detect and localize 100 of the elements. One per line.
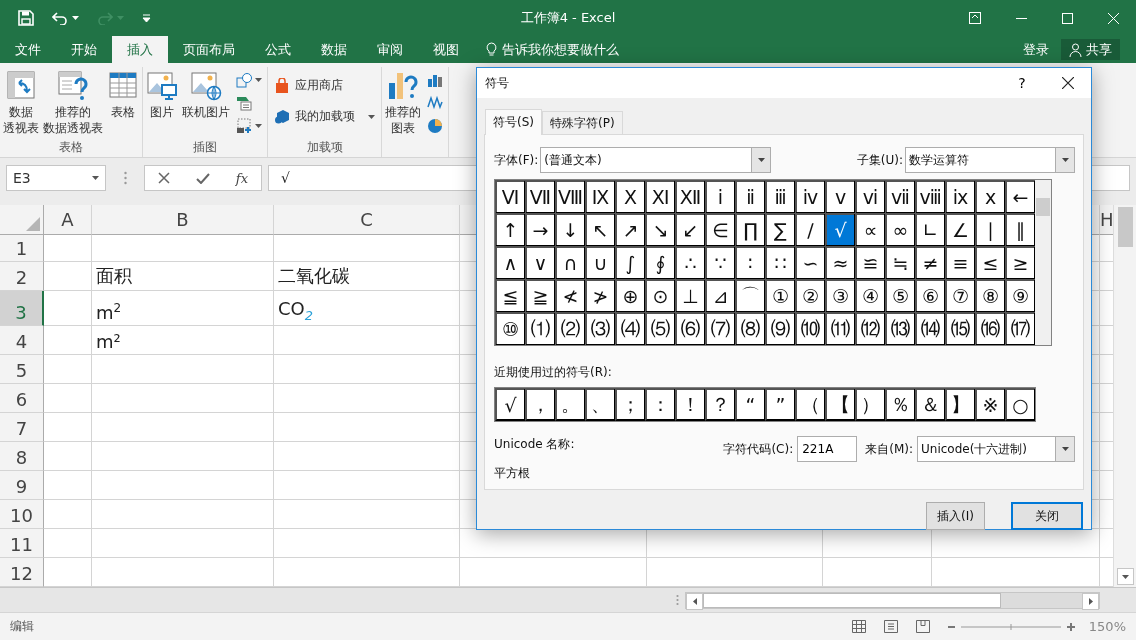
symbol-cell[interactable]: ∥ [1005, 213, 1035, 246]
row-header[interactable]: 3 [0, 291, 44, 326]
ribbon-tab[interactable]: 插入 [112, 36, 168, 63]
symbol-cell[interactable]: ⑤ [885, 279, 915, 312]
symbol-cell[interactable]: Ⅷ [555, 180, 585, 213]
row-header[interactable]: 9 [0, 471, 44, 500]
row-header[interactable]: 5 [0, 355, 44, 384]
symbol-cell[interactable]: ↑ [495, 213, 525, 246]
symbol-cell[interactable]: ⊥ [675, 279, 705, 312]
symbol-cell[interactable]: ⑺ [705, 312, 735, 345]
symbol-cell[interactable]: ⅶ [885, 180, 915, 213]
symbol-cell[interactable]: ⑼ [765, 312, 795, 345]
recent-symbol[interactable]: ： [645, 388, 675, 421]
symbol-cell[interactable]: ⒂ [945, 312, 975, 345]
symbol-cell[interactable]: Ⅺ [645, 180, 675, 213]
recent-symbol[interactable]: “ [735, 388, 765, 421]
sign-in-link[interactable]: 登录 [1015, 36, 1057, 63]
recent-symbol[interactable]: ” [765, 388, 795, 421]
symbol-cell[interactable]: ⅷ [915, 180, 945, 213]
symbol-cell[interactable]: ≦ [495, 279, 525, 312]
ribbon-button[interactable]: 图片 [145, 67, 179, 139]
symbol-cell[interactable]: ⑦ [945, 279, 975, 312]
symbol-cell[interactable]: ∫ [615, 246, 645, 279]
symbol-cell[interactable]: → [525, 213, 555, 246]
recent-symbol[interactable]: ＆ [915, 388, 945, 421]
symbol-cell[interactable]: ≥ [1005, 246, 1035, 279]
symbol-cell[interactable]: ≯ [585, 279, 615, 312]
symbol-cell[interactable]: ⅲ [765, 180, 795, 213]
symbol-cell[interactable]: ⌒ [735, 279, 765, 312]
recent-symbol[interactable]: 。 [555, 388, 585, 421]
symbol-cell[interactable]: ∞ [885, 213, 915, 246]
ribbon-tab[interactable]: 公式 [250, 36, 306, 63]
dialog-tab[interactable]: 特殊字符(P) [542, 111, 623, 134]
symbol-cell[interactable]: ⊿ [705, 279, 735, 312]
ribbon-tab[interactable]: 文件 [0, 36, 56, 63]
symbol-cell[interactable]: ④ [855, 279, 885, 312]
symbol-cell[interactable]: ⑻ [735, 312, 765, 345]
name-box[interactable]: E3 [6, 165, 106, 191]
symbol-cell[interactable]: ⑧ [975, 279, 1005, 312]
symbol-cell[interactable]: ⒁ [915, 312, 945, 345]
recent-symbol[interactable]: ？ [705, 388, 735, 421]
recent-symbol[interactable]: √ [495, 388, 525, 421]
font-dropdown[interactable]: (普通文本) [540, 147, 772, 173]
recent-symbol[interactable]: 】 [945, 388, 975, 421]
symbol-cell[interactable]: Ⅶ [525, 180, 555, 213]
recent-symbol[interactable]: ， [525, 388, 555, 421]
symbol-cell[interactable]: ⑿ [855, 312, 885, 345]
symbol-cell[interactable]: ∵ [705, 246, 735, 279]
recent-symbol[interactable]: （ [795, 388, 825, 421]
ribbon-tab[interactable]: 审阅 [362, 36, 418, 63]
symbol-cell[interactable]: ⑨ [1005, 279, 1035, 312]
ribbon-button[interactable]: 推荐的 图表 [384, 67, 422, 139]
row-header[interactable]: 4 [0, 326, 44, 355]
row-header[interactable]: 11 [0, 529, 44, 558]
column-header[interactable]: B [92, 205, 274, 235]
symbol-cell[interactable]: Ⅹ [615, 180, 645, 213]
ribbon-tab[interactable]: 数据 [306, 36, 362, 63]
symbol-cell[interactable]: ⅵ [855, 180, 885, 213]
row-header[interactable]: 12 [0, 558, 44, 587]
dialog-button[interactable]: 关闭 [1011, 502, 1083, 530]
symbol-cell[interactable]: ⑴ [525, 312, 555, 345]
symbol-cell[interactable]: ⅸ [945, 180, 975, 213]
subset-dropdown[interactable]: 数学运算符 [905, 147, 1075, 173]
ribbon-button[interactable]: 推荐的 数据透视表 [42, 67, 104, 139]
symbol-cell[interactable]: ⑷ [615, 312, 645, 345]
symbol-cell[interactable]: ⅰ [705, 180, 735, 213]
symbol-cell[interactable]: ⑶ [585, 312, 615, 345]
recent-symbol[interactable]: ○ [1005, 388, 1035, 421]
symbol-cell[interactable]: ∶ [735, 246, 765, 279]
symbol-cell[interactable]: ≡ [945, 246, 975, 279]
symbol-cell[interactable]: Ⅻ [675, 180, 705, 213]
symbol-cell[interactable]: ⑸ [645, 312, 675, 345]
column-header[interactable]: A [44, 205, 92, 235]
ribbon-tab[interactable]: 页面布局 [168, 36, 250, 63]
symbol-cell[interactable]: ⒄ [1005, 312, 1035, 345]
recent-symbol[interactable]: 、 [585, 388, 615, 421]
recent-symbol[interactable]: ％ [885, 388, 915, 421]
symbol-cell[interactable]: ② [795, 279, 825, 312]
symbol-cell[interactable]: ≤ [975, 246, 1005, 279]
symbol-cell[interactable]: ⅴ [825, 180, 855, 213]
symbol-cell[interactable]: ∮ [645, 246, 675, 279]
symbol-cell[interactable]: ⅹ [975, 180, 1005, 213]
symbol-cell[interactable]: ∟ [915, 213, 945, 246]
ribbon-button[interactable]: 应用商店 [272, 75, 377, 96]
symbol-cell[interactable]: ① [765, 279, 795, 312]
row-header[interactable]: 8 [0, 442, 44, 471]
symbol-cell[interactable]: ∑ [765, 213, 795, 246]
symbol-cell[interactable]: ↓ [555, 213, 585, 246]
row-header[interactable]: 10 [0, 500, 44, 529]
symbol-cell[interactable]: ⑵ [555, 312, 585, 345]
symbol-cell[interactable]: ∠ [945, 213, 975, 246]
ribbon-tab[interactable]: 视图 [418, 36, 474, 63]
recent-symbol[interactable]: ； [615, 388, 645, 421]
symbol-cell[interactable]: Ⅸ [585, 180, 615, 213]
symbol-cell[interactable]: ≌ [855, 246, 885, 279]
row-header[interactable]: 1 [0, 235, 44, 262]
row-header[interactable]: 6 [0, 384, 44, 413]
column-header[interactable]: C [274, 205, 460, 235]
symbol-cell[interactable]: ∣ [975, 213, 1005, 246]
recent-symbol[interactable]: ※ [975, 388, 1005, 421]
